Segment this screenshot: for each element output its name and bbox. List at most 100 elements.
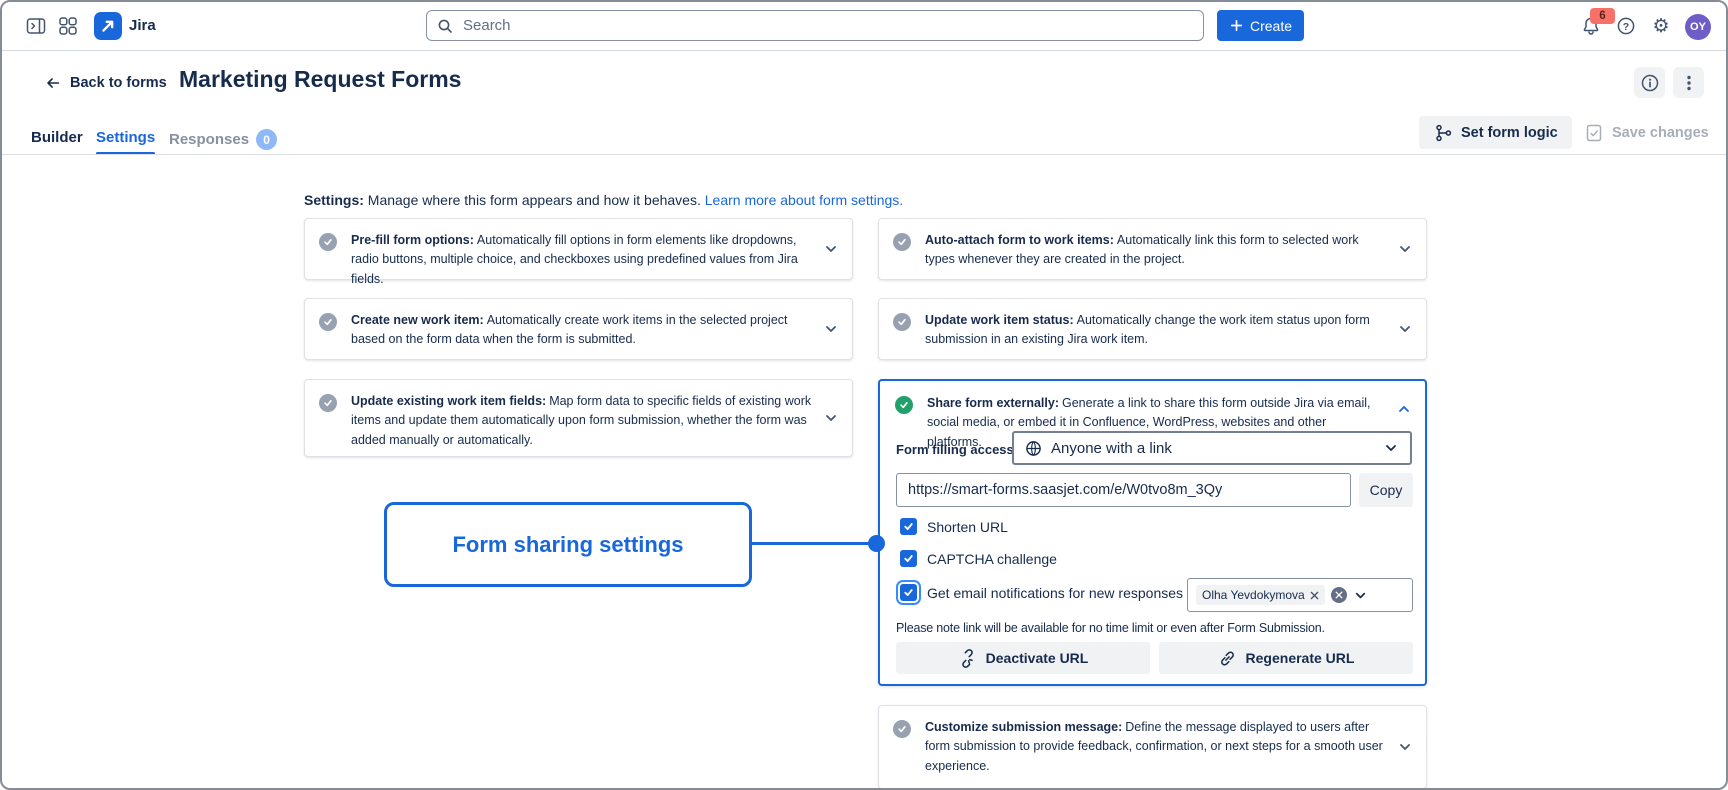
search-icon [437, 18, 453, 34]
more-actions-button[interactable] [1673, 67, 1704, 98]
recipient-name: Olha Yevdokymova [1202, 588, 1305, 602]
form-filling-access-select[interactable]: Anyone with a link [1012, 431, 1412, 465]
search-input[interactable] [461, 16, 1193, 35]
card-text: Create new work item:Automatically creat… [351, 311, 812, 350]
deactivate-url-button[interactable]: Deactivate URL [896, 642, 1150, 674]
info-icon [1640, 73, 1660, 93]
regenerate-url-label: Regenerate URL [1246, 650, 1355, 666]
jira-logo-icon[interactable] [94, 12, 122, 40]
help-button[interactable]: ? [1611, 11, 1641, 41]
card-title: Pre-fill form options: [351, 233, 474, 247]
create-button[interactable]: Create [1217, 10, 1304, 41]
chevron-down-icon[interactable] [823, 241, 839, 257]
remove-tag-icon[interactable] [1310, 591, 1319, 600]
chevron-down-icon[interactable] [823, 321, 839, 337]
card-text: Customize submission message:Define the … [925, 718, 1386, 776]
card-share-form-externally[interactable]: Share form externally:Generate a link to… [878, 379, 1427, 686]
annotation-label: Form sharing settings [452, 532, 683, 558]
chevron-down-icon [1383, 440, 1399, 456]
back-to-forms-link[interactable]: Back to forms [44, 74, 167, 92]
card-update-status[interactable]: Update work item status:Automatically ch… [878, 298, 1427, 360]
globe-icon [1025, 440, 1042, 457]
top-navigation-bar: Jira Create 6 ? ⚙ OY [2, 2, 1726, 51]
link-icon [1218, 649, 1237, 668]
app-name: Jira [129, 17, 156, 34]
tab-builder[interactable]: Builder [31, 129, 83, 146]
annotation-callout: Form sharing settings [384, 502, 752, 587]
settings-intro-bold: Settings: [304, 192, 364, 208]
form-filling-access-value: Anyone with a link [1051, 440, 1374, 457]
help-icon: ? [1616, 16, 1636, 36]
card-title: Create new work item: [351, 313, 484, 327]
save-document-icon [1584, 123, 1604, 143]
svg-text:?: ? [1623, 21, 1629, 33]
email-notifications-checkbox[interactable] [900, 584, 917, 601]
settings-intro-text: Manage where this form appears and how i… [368, 192, 701, 208]
card-title: Share form externally: [927, 396, 1059, 410]
annotation-connector-line [751, 542, 870, 545]
card-title: Update work item status: [925, 313, 1074, 327]
responses-count-badge: 0 [256, 129, 277, 150]
annotation-connector-dot [868, 535, 885, 552]
status-check-icon [893, 233, 911, 251]
chevron-down-icon[interactable] [1397, 241, 1413, 257]
settings-button[interactable]: ⚙ [1646, 11, 1676, 41]
email-notifications-label: Get email notifications for new response… [927, 585, 1183, 601]
back-arrow-icon [44, 74, 62, 92]
avatar[interactable]: OY [1685, 14, 1711, 40]
sidebar-panel-icon [26, 16, 46, 36]
learn-more-link[interactable]: Learn more about form settings. [705, 192, 903, 208]
chevron-down-icon[interactable] [1397, 321, 1413, 337]
copy-url-button[interactable]: Copy [1359, 473, 1413, 507]
status-check-icon-enabled [895, 396, 913, 414]
captcha-checkbox[interactable] [900, 550, 917, 567]
save-changes-button[interactable]: Save changes [1574, 116, 1719, 149]
card-title: Customize submission message: [925, 720, 1122, 734]
tab-settings[interactable]: Settings [96, 129, 155, 146]
card-text: Auto-attach form to work items:Automatic… [925, 231, 1386, 270]
card-prefill-form-options[interactable]: Pre-fill form options:Automatically fill… [304, 218, 853, 280]
card-text: Pre-fill form options:Automatically fill… [351, 231, 812, 289]
chevron-up-icon[interactable] [1396, 401, 1412, 417]
back-to-forms-label: Back to forms [70, 75, 167, 91]
status-check-icon [319, 233, 337, 251]
card-customize-submission-message[interactable]: Customize submission message:Define the … [878, 705, 1427, 789]
chevron-down-icon[interactable] [823, 410, 839, 426]
shorten-url-label: Shorten URL [927, 519, 1008, 535]
status-check-icon [893, 720, 911, 738]
card-create-work-item[interactable]: Create new work item:Automatically creat… [304, 298, 853, 360]
tab-responses-label: Responses [169, 131, 249, 148]
chevron-down-icon[interactable] [1397, 739, 1413, 755]
card-update-existing-fields[interactable]: Update existing work item fields:Map for… [304, 379, 853, 457]
info-button[interactable] [1634, 67, 1665, 98]
save-changes-label: Save changes [1612, 125, 1709, 141]
global-search[interactable] [426, 10, 1204, 41]
form-filling-access-label: Form filling access [896, 442, 1014, 457]
set-form-logic-label: Set form logic [1461, 125, 1558, 141]
deactivate-url-label: Deactivate URL [986, 650, 1089, 666]
shorten-url-option: Shorten URL [900, 518, 1008, 535]
captcha-label: CAPTCHA challenge [927, 551, 1057, 567]
notification-recipients-select[interactable]: Olha Yevdokymova [1187, 578, 1413, 612]
status-check-icon [893, 313, 911, 331]
clear-all-icon[interactable] [1331, 587, 1347, 603]
create-button-label: Create [1250, 18, 1292, 34]
chevron-down-icon[interactable] [1353, 588, 1368, 603]
sidebar-toggle-button[interactable] [21, 11, 51, 41]
card-auto-attach[interactable]: Auto-attach form to work items:Automatic… [878, 218, 1427, 280]
card-text: Update work item status:Automatically ch… [925, 311, 1386, 350]
tab-responses[interactable]: Responses 0 [169, 129, 277, 150]
shorten-url-checkbox[interactable] [900, 518, 917, 535]
card-title: Update existing work item fields: [351, 394, 546, 408]
set-form-logic-button[interactable]: Set form logic [1419, 116, 1572, 149]
recipient-tag: Olha Yevdokymova [1196, 585, 1325, 605]
app-grid-icon [58, 16, 78, 36]
share-url-field[interactable]: https://smart-forms.saasjet.com/e/W0tvo8… [896, 473, 1351, 507]
status-check-icon [319, 313, 337, 331]
notification-count-badge: 6 [1590, 8, 1615, 24]
settings-intro: Settings: Manage where this form appears… [304, 192, 903, 208]
regenerate-url-button[interactable]: Regenerate URL [1159, 642, 1413, 674]
tabs-divider [2, 154, 1728, 155]
app-switcher-button[interactable] [53, 11, 83, 41]
branch-logic-icon [1433, 123, 1453, 143]
